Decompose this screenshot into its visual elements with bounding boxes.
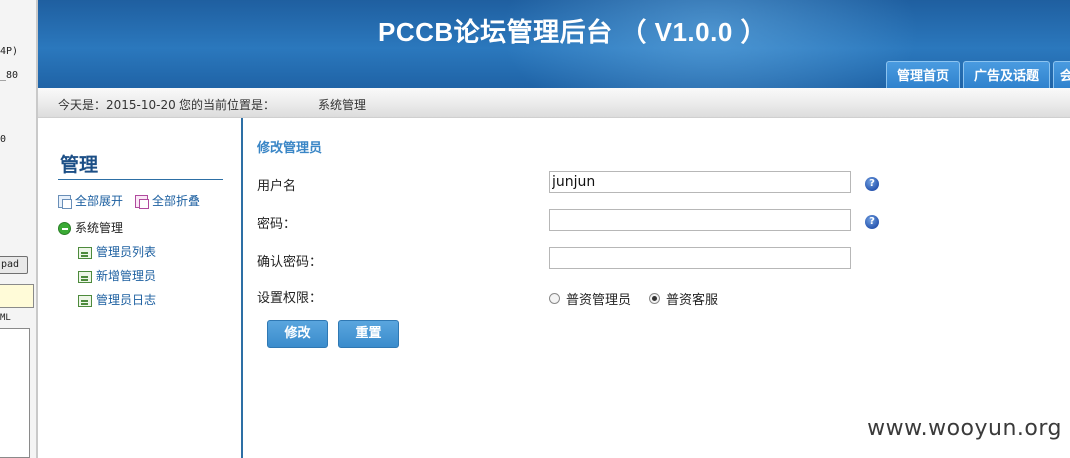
permission-radio-support[interactable]: 普资客服 [649,289,718,308]
strip-text: _80 [0,70,19,81]
permission-radio-admin[interactable]: 普资管理员 [549,289,631,308]
breadcrumb: 今天是：2015-10-20 您的当前位置是： 系统管理 [38,88,1070,118]
submit-button[interactable]: 修改 [267,320,328,348]
password-label: 密码： [257,217,297,232]
app-header: PCCB论坛管理后台 （ V1.0.0 ） 管理首页 广告及话题 会 [38,0,1070,88]
sidebar-item-label: 新增管理员 [96,269,157,283]
collapse-group-icon [58,222,71,235]
app-title: PCCB论坛管理后台 （ V1.0.0 ） [378,17,768,47]
reset-button[interactable]: 重置 [338,320,399,348]
username-input[interactable] [549,171,851,193]
confirm-password-input[interactable] [549,247,851,269]
sidebar-item-admin-log[interactable]: 管理员日志 [78,291,156,308]
sidebar-group-system[interactable]: 系统管理 [58,219,123,236]
question-icon[interactable]: ? [865,177,879,191]
expand-all-icon [58,195,72,209]
permission-label: 设置权限： [257,291,323,306]
nav-tab-ads-topics[interactable]: 广告及话题 [963,61,1051,88]
username-label: 用户名 [257,179,297,194]
sidebar-divider [58,179,223,180]
location-value: 系统管理 [318,98,367,112]
strip-list-box[interactable] [0,328,30,458]
nav-tab-home[interactable]: 管理首页 [886,61,961,88]
collapse-all-button[interactable]: 全部折叠 [135,192,200,209]
strip-text: 4P) [0,46,19,57]
radio-label: 普资客服 [666,293,719,308]
page-icon [78,294,92,307]
collapse-all-icon [135,195,149,209]
nav-tab-members[interactable]: 会 [1053,61,1070,88]
form-title: 修改管理员 [257,141,323,156]
sidebar-item-label: 管理员日志 [96,293,157,307]
radio-label: 普资管理员 [566,293,632,308]
background-window-strip: 4P) _80 0 pad ML [0,0,38,458]
sidebar: 管理 全部展开 全部折叠 系统管理 管理员列表 新增管理员 管理员日志 [38,118,243,458]
page-icon [78,270,92,283]
strip-highlight-field[interactable] [0,284,34,308]
password-input[interactable] [549,209,851,231]
confirm-password-label: 确认密码： [257,255,323,270]
sidebar-group-label: 系统管理 [75,221,124,235]
strip-text: ML [0,313,11,323]
location-label: 您的当前位置是： [179,98,276,112]
radio-checked-icon[interactable] [649,293,660,304]
sidebar-item-admin-list[interactable]: 管理员列表 [78,243,156,260]
current-date: 今天是：2015-10-20 [58,98,176,112]
sidebar-item-add-admin[interactable]: 新增管理员 [78,267,156,284]
page-icon [78,246,92,259]
radio-unchecked-icon[interactable] [549,293,560,304]
sidebar-title: 管理 [60,154,99,176]
sidebar-item-label: 管理员列表 [96,245,157,259]
question-icon[interactable]: ? [865,215,879,229]
collapse-all-label: 全部折叠 [152,194,201,208]
top-nav: 管理首页 广告及话题 会 [886,61,1070,88]
strip-text: 0 [0,134,7,145]
strip-pad-button[interactable]: pad [0,256,28,274]
watermark: www.wooyun.org [867,416,1062,441]
expand-all-button[interactable]: 全部展开 [58,192,123,209]
expand-all-label: 全部展开 [75,194,124,208]
